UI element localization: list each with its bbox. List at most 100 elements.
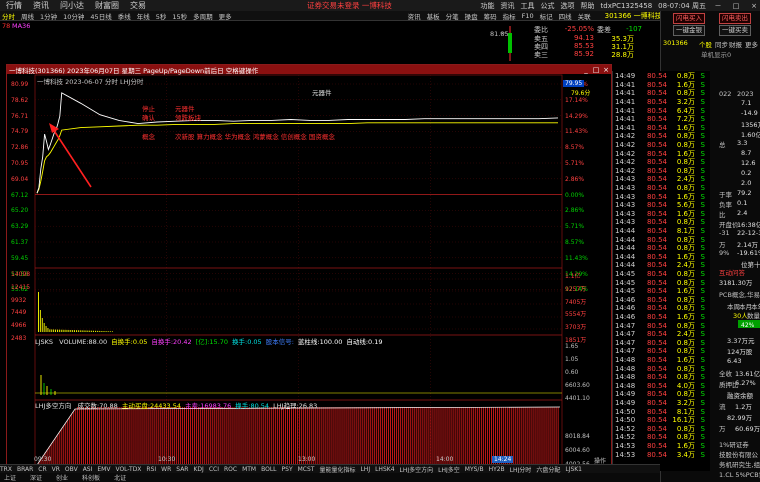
tb-f10[interactable]: F10 — [522, 12, 534, 20]
status-index[interactable]: 深证 — [30, 473, 42, 482]
menu-help[interactable]: 帮助 — [581, 1, 595, 11]
trade-row[interactable]: 14:47 80.54 0.8万 S — [613, 321, 711, 330]
trade-row[interactable]: 14:47 80.54 2.4万 S — [613, 330, 711, 338]
indicator-tab[interactable]: MCST — [298, 466, 315, 473]
trade-row[interactable]: 14:49 80.54 0.8万 S — [613, 72, 711, 80]
flash-sell-button[interactable]: 闪电卖出 — [719, 13, 751, 24]
trade-row[interactable]: 14:42 80.54 0.8万 S — [613, 132, 711, 140]
indicator-tab[interactable]: MTM — [242, 466, 256, 473]
tb-chips[interactable]: 筹码 — [484, 11, 497, 21]
trade-row[interactable]: 14:52 80.54 0.8万 S — [613, 433, 711, 441]
trade-row[interactable]: 14:41 80.54 3.2万 S — [613, 98, 711, 106]
indicator-tab[interactable]: TRX — [0, 466, 12, 473]
menu-options[interactable]: 选项 — [561, 1, 575, 11]
trade-row[interactable]: 14:43 80.54 2.4万 S — [613, 175, 711, 183]
tb-related[interactable]: 关联 — [578, 11, 591, 21]
status-index[interactable]: 科创板 — [82, 473, 100, 482]
trade-row[interactable]: 14:43 80.54 0.8万 S — [613, 218, 711, 226]
trade-row[interactable]: 14:48 80.54 0.8万 S — [613, 373, 711, 381]
menu-item-market[interactable]: 行情 — [6, 0, 22, 11]
trade-row[interactable]: 14:49 80.54 3.2万 S — [613, 399, 711, 407]
rpanel-tab-more[interactable]: 更多 — [745, 39, 758, 49]
ask-row-4[interactable]: 卖四 85.53 31.1万 — [534, 42, 658, 51]
trade-row[interactable]: 14:47 80.54 0.8万 S — [613, 347, 711, 355]
tb-15s[interactable]: 15秒 — [172, 11, 187, 21]
maximize-button[interactable]: □ — [730, 2, 742, 10]
one-key-trade-button[interactable]: 一键买卖 — [719, 25, 751, 36]
trade-row[interactable]: 14:48 80.54 1.6万 S — [613, 356, 711, 364]
trade-row[interactable]: 14:46 80.54 1.6万 S — [613, 313, 711, 321]
tb-news[interactable]: 资讯 — [408, 11, 421, 21]
indicator-tab[interactable]: OBV — [65, 466, 78, 473]
trade-row[interactable]: 14:41 80.54 7.2万 S — [613, 115, 711, 123]
time-and-sales-list[interactable]: 14:49 80.54 0.8万 S 14:41 80.54 1.6万 S 14:41 80.54… — [612, 71, 710, 471]
indicator-tab[interactable]: ASI — [83, 466, 93, 473]
trade-row[interactable]: 14:42 80.54 0.8万 S — [613, 167, 711, 175]
tb-intraday[interactable]: 分时 — [2, 11, 15, 21]
tb-mark[interactable]: 标记 — [540, 11, 553, 21]
tb-indicator[interactable]: 指标 — [503, 11, 516, 21]
trade-row[interactable]: 14:42 80.54 0.8万 S — [613, 158, 711, 166]
rpanel-tab-stock[interactable]: 个股 — [699, 39, 712, 49]
trade-row[interactable]: 14:42 80.54 0.8万 S — [613, 141, 711, 149]
trade-row[interactable]: 14:46 80.54 0.8万 S — [613, 304, 711, 312]
tb-45day[interactable]: 45日线 — [90, 11, 111, 21]
trade-row[interactable]: 14:52 80.54 0.8万 S — [613, 425, 711, 433]
ask-row-5[interactable]: 卖五 94.13 35.3万 — [534, 34, 658, 43]
indicator-tab[interactable]: SAR — [176, 466, 188, 473]
trade-row[interactable]: 14:48 80.54 0.8万 S — [613, 364, 711, 373]
tb-more[interactable]: 更多 — [219, 11, 232, 21]
indicator-tab[interactable]: ROC — [224, 466, 237, 473]
indicator-tab[interactable]: CR — [38, 466, 46, 473]
rpanel-tab-sync[interactable]: 同步 — [715, 39, 728, 49]
trade-row[interactable]: 14:44 80.54 2.4万 S — [613, 261, 711, 269]
status-index[interactable]: 创业 — [56, 473, 68, 482]
indicator-tab[interactable]: EMV — [97, 466, 110, 473]
tb-operate[interactable]: 操盘 — [465, 11, 478, 21]
close-button[interactable]: × — [748, 2, 760, 10]
trade-row[interactable]: 14:45 80.54 0.8万 S — [613, 278, 711, 287]
tb-quarter[interactable]: 季线 — [118, 11, 131, 21]
tb-1min[interactable]: 1分钟 — [40, 11, 57, 21]
indicator-tab[interactable]: KDJ — [193, 466, 203, 473]
trade-row[interactable]: 14:41 80.54 0.8万 S — [613, 89, 711, 97]
tb-ticks[interactable]: 分笔 — [446, 11, 459, 21]
trade-row[interactable]: 14:44 80.54 1.6万 S — [613, 253, 711, 261]
indicator-tab[interactable]: CCI — [209, 466, 219, 473]
minimize-button[interactable]: － — [712, 1, 724, 11]
menu-formula[interactable]: 公式 — [541, 1, 555, 11]
tb-week[interactable]: 周线 — [21, 11, 34, 21]
trade-row[interactable]: 14:53 80.54 1.6万 S — [613, 442, 711, 450]
indicator-tab[interactable]: VR — [52, 466, 60, 473]
status-index[interactable]: 上证 — [4, 473, 16, 482]
trade-row[interactable]: 14:43 80.54 0.8万 S — [613, 184, 711, 192]
ask-row-3[interactable]: 卖三 85.92 28.8万 — [534, 50, 658, 59]
trade-row[interactable]: 14:45 80.54 1.6万 S — [613, 287, 711, 295]
indicator-tab[interactable]: BOLL — [261, 466, 276, 473]
trade-row[interactable]: 14:48 80.54 4.0万 S — [613, 382, 711, 390]
rpanel-tab-finance[interactable]: 财报 — [729, 39, 742, 49]
trade-row[interactable]: 14:53 80.54 3.4万 S — [613, 450, 711, 459]
tb-board[interactable]: 基板 — [427, 11, 440, 21]
indicator-tab[interactable]: LHSK4 — [375, 466, 394, 473]
rpanel-qa[interactable]: 互动问答 — [719, 267, 745, 277]
trade-row[interactable]: 14:41 80.54 6.4万 S — [613, 106, 711, 115]
menu-info[interactable]: 资讯 — [501, 1, 515, 11]
trade-row[interactable]: 14:42 80.54 1.6万 S — [613, 149, 711, 158]
menu-item-trade[interactable]: 交易 — [130, 0, 146, 11]
trade-row[interactable]: 14:44 80.54 0.8万 S — [613, 244, 711, 252]
indicator-tab[interactable]: RSI — [146, 466, 156, 473]
menu-item-wealth[interactable]: 财富圈 — [95, 0, 119, 11]
trade-row[interactable]: 14:41 80.54 1.6万 S — [613, 81, 711, 89]
trade-row[interactable]: 14:50 80.54 8.1万 S — [613, 407, 711, 416]
trade-row[interactable]: 14:49 80.54 0.8万 S — [613, 390, 711, 398]
one-key-gold-button[interactable]: 一键金银 — [673, 25, 705, 36]
trade-row[interactable]: 14:43 80.54 1.6万 S — [613, 210, 711, 218]
menu-tools[interactable]: 工具 — [521, 1, 535, 11]
trade-row[interactable]: 14:44 80.54 8.1万 S — [613, 227, 711, 235]
login-notice[interactable]: 证券交易未登录 一博科技 — [307, 0, 392, 11]
trade-row[interactable]: 14:43 80.54 5.6万 S — [613, 201, 711, 209]
indicator-tab[interactable]: HY2B — [489, 466, 505, 473]
tb-fourline[interactable]: 四线 — [559, 11, 572, 21]
menu-item-news[interactable]: 资讯 — [33, 0, 49, 11]
